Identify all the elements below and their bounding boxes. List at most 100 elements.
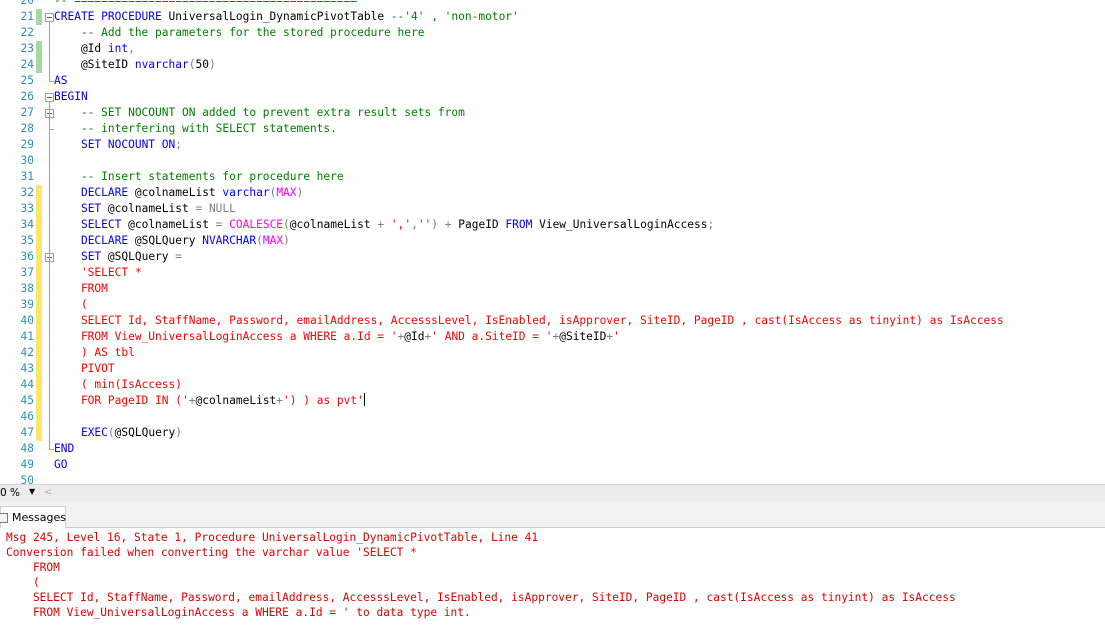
code-line[interactable]: 26 BEGIN — [0, 89, 1105, 105]
code-line[interactable]: 30 — [0, 153, 1105, 169]
message-line: Msg 245, Level 16, State 1, Procedure Un… — [6, 531, 539, 544]
code-line[interactable]: 34 SELECT @colnameList = COALESCE(@colna… — [0, 217, 1105, 233]
change-marker — [36, 41, 42, 57]
line-number: 43 — [20, 362, 34, 375]
code-token: + — [377, 218, 391, 231]
code-token: ) — [296, 186, 304, 199]
code-line[interactable]: 27 -- SET NOCOUNT ON added to prevent ex… — [0, 105, 1105, 121]
code-line[interactable]: 48 END — [0, 441, 1105, 457]
code-token: COALESCE — [229, 218, 284, 231]
code-token: CREATE PROCEDURE — [54, 10, 162, 23]
code-line[interactable]: 47 EXEC(@SQLQuery) — [0, 425, 1105, 441]
line-number: 36 — [20, 250, 34, 263]
line-number: 27 — [20, 106, 34, 119]
zoom-level[interactable]: 0 % — [0, 487, 20, 499]
code-text: SET @colnameList = NULL — [54, 201, 236, 217]
code-token: ( — [283, 218, 290, 231]
code-token: @SQLQuery — [101, 250, 176, 263]
code-text: BEGIN — [54, 89, 88, 105]
code-token: ; — [175, 138, 182, 151]
code-line[interactable]: 36 SET @SQLQuery = — [0, 249, 1105, 265]
change-marker — [36, 9, 42, 25]
code-token: FOR PageID IN (' — [54, 394, 189, 407]
code-token: ( min(IsAccess) — [54, 378, 182, 391]
code-line[interactable]: 20 -- ===================================… — [0, 0, 1105, 9]
code-text: -- Add the parameters for the stored pro… — [54, 25, 425, 41]
line-number: 37 — [20, 266, 34, 279]
code-token: -- =====================================… — [54, 0, 358, 7]
code-line[interactable]: 28 -- interfering with SELECT statements… — [0, 121, 1105, 137]
code-text: CREATE PROCEDURE UniversalLogin_DynamicP… — [54, 9, 519, 25]
code-line[interactable]: 31 -- Insert statements for procedure he… — [0, 169, 1105, 185]
code-token: @SiteID — [559, 330, 607, 343]
message-line: FROM View_UniversalLoginAccess a WHERE a… — [6, 606, 471, 619]
code-token: = — [215, 218, 230, 231]
line-number: 34 — [20, 218, 34, 231]
line-number: 49 — [20, 458, 34, 471]
code-line[interactable]: 45 FOR PageID IN ('+@colnameList+') ) as… — [0, 393, 1105, 409]
tab-messages[interactable]: Messages — [0, 506, 66, 529]
change-marker — [36, 393, 42, 409]
fold-guide — [49, 118, 50, 129]
collapse-icon[interactable] — [45, 93, 54, 102]
line-number: 40 — [20, 314, 34, 327]
code-line[interactable]: 23 @Id int, — [0, 41, 1105, 57]
code-token: NVARCHAR — [202, 234, 257, 247]
code-text: SELECT @colnameList = COALESCE(@colnameL… — [54, 217, 714, 233]
code-text: -- Insert statements for procedure here — [54, 169, 344, 185]
code-line[interactable]: 37 'SELECT * — [0, 265, 1105, 281]
code-line[interactable]: 29 SET NOCOUNT ON; — [0, 137, 1105, 153]
line-number: 38 — [20, 282, 34, 295]
code-token: @Id — [404, 330, 425, 343]
code-token: @colnameList — [289, 218, 378, 231]
line-number: 39 — [20, 298, 34, 311]
code-token: --'4' , 'non-motor' — [390, 10, 519, 23]
change-marker — [36, 185, 42, 201]
code-line[interactable]: 49 GO — [0, 457, 1105, 473]
change-marker — [36, 297, 42, 313]
code-line[interactable]: 24 @SiteID nvarchar(50) — [0, 57, 1105, 73]
change-marker — [36, 409, 42, 425]
line-number: 20 — [20, 0, 34, 7]
code-line[interactable]: 21 CREATE PROCEDURE UniversalLogin_Dynami… — [0, 9, 1105, 25]
code-token: ') ) as pvt' — [283, 394, 364, 407]
code-token: -- interfering with SELECT statements. — [54, 122, 337, 135]
code-line[interactable]: 46 — [0, 409, 1105, 425]
code-line[interactable]: 43 PIVOT — [0, 361, 1105, 377]
code-token: GO — [54, 458, 68, 471]
code-token: ) — [208, 58, 216, 71]
change-marker — [36, 217, 42, 233]
code-line[interactable]: 35 DECLARE @SQLQuery NVARCHAR(MAX) — [0, 233, 1105, 249]
code-line[interactable]: 44 ( min(IsAccess) — [0, 377, 1105, 393]
code-line[interactable]: 25 AS — [0, 73, 1105, 89]
chevron-left-icon[interactable]: < — [44, 487, 52, 498]
code-line[interactable]: 41 FROM View_UniversalLoginAccess a WHER… — [0, 329, 1105, 345]
code-editor[interactable]: 20 -- ===================================… — [0, 0, 1105, 484]
code-text: -- SET NOCOUNT ON added to prevent extra… — [54, 105, 465, 121]
code-line[interactable]: 22 -- Add the parameters for the stored … — [0, 25, 1105, 41]
code-line[interactable]: 50 — [0, 473, 1105, 484]
code-text: -- interfering with SELECT statements. — [54, 121, 337, 137]
code-token: UniversalLogin_DynamicPivotTable — [161, 10, 391, 23]
code-line[interactable]: 33 SET @colnameList = NULL — [0, 201, 1105, 217]
code-line[interactable]: 40 SELECT Id, StaffName, Password, email… — [0, 313, 1105, 329]
fold-guide — [49, 102, 50, 449]
code-token: ) + — [431, 218, 459, 231]
code-line[interactable]: 42 ) AS tbl — [0, 345, 1105, 361]
line-number: 25 — [20, 74, 34, 87]
code-line[interactable]: 38 FROM — [0, 281, 1105, 297]
collapse-icon[interactable] — [45, 13, 54, 22]
code-token: ( — [107, 426, 115, 439]
code-line[interactable]: 39 ( — [0, 297, 1105, 313]
code-token: ( — [256, 234, 263, 247]
change-marker — [36, 377, 42, 393]
chevron-down-icon[interactable]: ▼ — [29, 487, 35, 496]
code-token: ) — [175, 426, 183, 439]
line-number: 26 — [20, 90, 34, 103]
code-text: FROM — [54, 281, 108, 297]
code-token: = — [175, 250, 183, 263]
code-line[interactable]: 32 DECLARE @colnameList varchar(MAX) — [0, 185, 1105, 201]
